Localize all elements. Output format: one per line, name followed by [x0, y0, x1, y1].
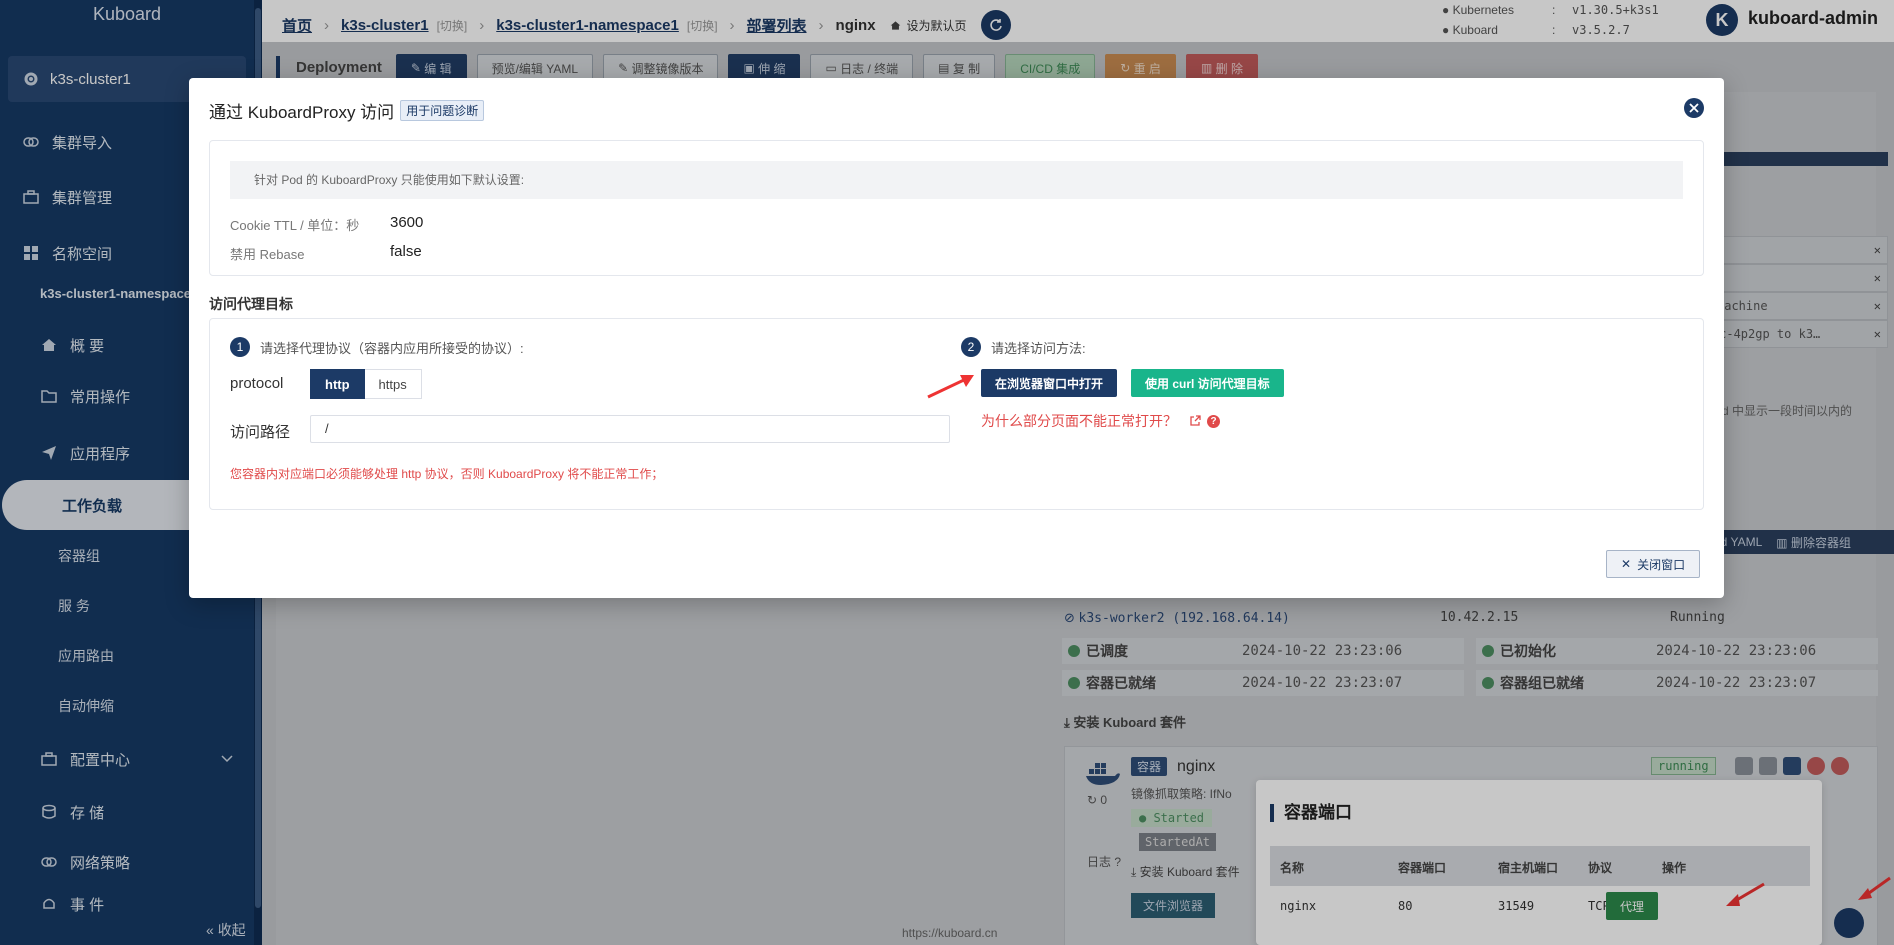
- disable-rebase-value: false: [390, 243, 422, 260]
- help-icon[interactable]: ?: [1207, 414, 1220, 428]
- protocol-label: protocol: [230, 375, 284, 392]
- kuboard-proxy-dialog: 通过 KuboardProxy 访问 用于问题诊断 针对 Pod 的 Kuboa…: [189, 78, 1724, 598]
- step-1: 1 请选择代理协议（容器内应用所接受的协议）:: [230, 337, 524, 357]
- curl-access-button[interactable]: 使用 curl 访问代理目标: [1131, 369, 1284, 397]
- step-2-text: 请选择访问方法:: [991, 340, 1086, 356]
- proxy-target-title: 访问代理目标: [209, 296, 293, 312]
- why-pages-fail-link[interactable]: 为什么部分页面不能正常打开？ ?: [981, 411, 1220, 431]
- disable-rebase-row: 禁用 Rebase false: [230, 243, 422, 263]
- annotation-arrow: [927, 375, 974, 399]
- cookie-ttl-row: Cookie TTL / 单位：秒 3600: [230, 214, 423, 234]
- open-in-browser-button[interactable]: 在浏览器窗口中打开: [981, 369, 1118, 397]
- close-icon: [1689, 103, 1699, 113]
- path-label: 访问路径: [230, 424, 291, 441]
- step-1-text: 请选择代理协议（容器内应用所接受的协议）:: [260, 340, 524, 356]
- dialog-title-text: 通过 KuboardProxy 访问: [209, 103, 395, 122]
- step-2: 2 请选择访问方法:: [961, 337, 1086, 357]
- why-text: 为什么部分页面不能正常打开？: [981, 413, 1177, 429]
- dialog-title: 通过 KuboardProxy 访问 用于问题诊断: [209, 98, 485, 123]
- path-input[interactable]: /: [310, 415, 950, 443]
- step-number: 1: [230, 337, 250, 357]
- protocol-selector: http https: [310, 369, 422, 399]
- close-window-label: 关闭窗口: [1637, 557, 1686, 572]
- protocol-https[interactable]: https: [364, 369, 422, 399]
- close-icon: ✕: [1621, 557, 1632, 571]
- cookie-ttl-label: Cookie TTL / 单位：秒: [230, 218, 360, 233]
- defaults-note: 针对 Pod 的 KuboardProxy 只能使用如下默认设置:: [230, 161, 1683, 199]
- close-dialog-button[interactable]: [1684, 98, 1704, 118]
- http-warning: 您容器内对应端口必须能够处理 http 协议，否则 KuboardProxy 将…: [230, 467, 664, 481]
- diagnosis-tag: 用于问题诊断: [400, 100, 485, 121]
- external-link-icon: [1189, 415, 1201, 427]
- step-number: 2: [961, 337, 981, 357]
- protocol-http[interactable]: http: [310, 369, 365, 399]
- proxy-target-box: 1 请选择代理协议（容器内应用所接受的协议）: protocol http ht…: [209, 318, 1704, 510]
- cookie-ttl-value: 3600: [390, 214, 424, 231]
- default-settings-box: 针对 Pod 的 KuboardProxy 只能使用如下默认设置: Cookie…: [209, 140, 1704, 276]
- close-window-button[interactable]: ✕ 关闭窗口: [1606, 550, 1701, 578]
- disable-rebase-label: 禁用 Rebase: [230, 247, 305, 262]
